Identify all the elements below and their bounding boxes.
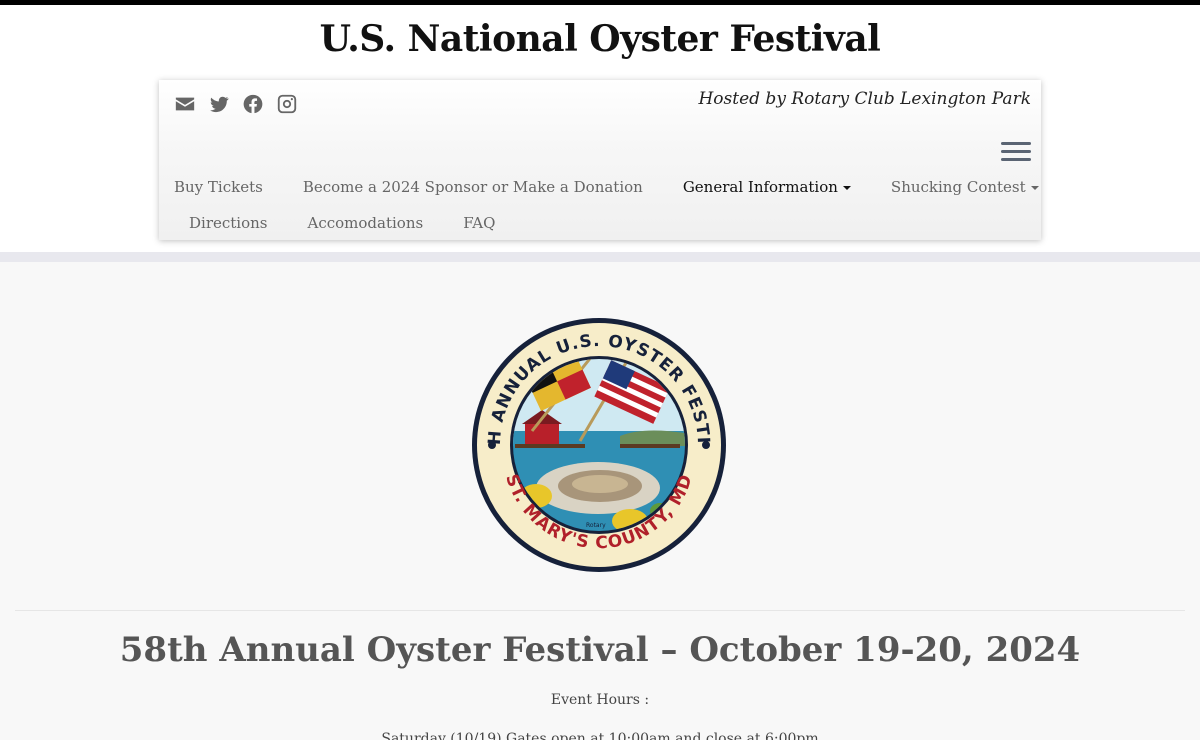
envelope-icon[interactable] (173, 92, 197, 116)
tagline: Hosted by Rotary Club Lexington Park (698, 89, 1031, 109)
content-divider (15, 610, 1185, 611)
header-nav-panel: Hosted by Rotary Club Lexington Park Buy… (159, 80, 1041, 240)
facebook-icon[interactable] (241, 92, 265, 116)
primary-menu-row-2: Directions Accomodations FAQ (159, 214, 495, 232)
social-links (173, 92, 299, 116)
menu-item-shucking-contest[interactable]: Shucking Contest (891, 178, 1039, 196)
header-separator (0, 252, 1200, 262)
menu-item-sponsor[interactable]: Become a 2024 Sponsor or Make a Donation (303, 178, 643, 196)
menu-item-general-information[interactable]: General Information (683, 178, 851, 196)
site-title[interactable]: U.S. National Oyster Festival (0, 18, 1200, 60)
caret-down-icon (1030, 186, 1039, 190)
saturday-hours: Saturday (10/19) Gates open at 10:00am a… (381, 731, 819, 740)
twitter-icon[interactable] (207, 92, 231, 116)
page-headline: 58th Annual Oyster Festival – October 19… (119, 630, 1081, 670)
logo-rotary-text: Rotary (586, 522, 606, 529)
caret-down-icon (842, 186, 851, 190)
top-black-bar (0, 0, 1200, 5)
event-hours-label: Event Hours : (550, 692, 650, 708)
festival-logo: 58TH ANNUAL U.S. OYSTER FESTIVAL ST. MAR… (463, 301, 728, 574)
hamburger-menu-icon[interactable] (1001, 142, 1031, 164)
primary-menu-row-1: Buy Tickets Become a 2024 Sponsor or Mak… (159, 178, 1039, 196)
instagram-icon[interactable] (275, 92, 299, 116)
menu-item-accomodations[interactable]: Accomodations (308, 214, 424, 232)
menu-item-directions[interactable]: Directions (189, 214, 268, 232)
menu-item-buy-tickets[interactable]: Buy Tickets (174, 178, 263, 196)
menu-item-faq[interactable]: FAQ (463, 214, 495, 232)
